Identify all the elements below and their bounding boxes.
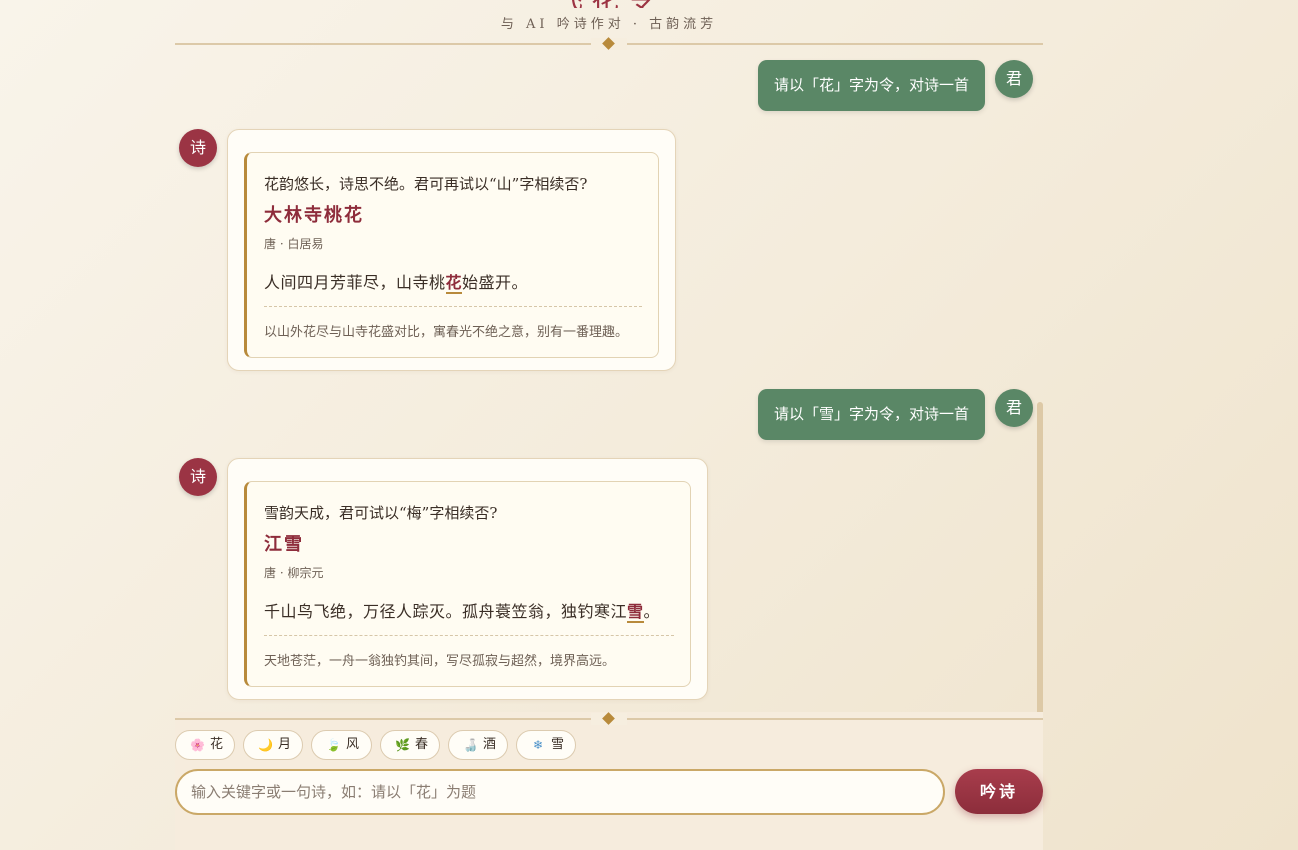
poem-title: 大林寺桃花: [264, 205, 364, 226]
ai-message-card: 花韵悠长，诗思不绝。君可再试以“山”字相续否? 大林寺桃花 唐 · 白居易 人间…: [227, 129, 676, 371]
reply-intro: 雪韵天成，君可试以“梅”字相续否?: [264, 504, 498, 522]
footer-divider: [175, 712, 1043, 725]
poem-note: 天地苍茫，一舟一翁独钓其间，写尽孤寂与超然，境界高远。: [264, 654, 616, 669]
poem-text: 千山鸟飞绝，万径人踪灭。孤舟蓑笠翁，独钓寒江: [264, 602, 628, 621]
sake-icon: 🍶: [463, 738, 478, 752]
user-avatar: 君: [995, 389, 1033, 427]
chip-jiu[interactable]: 🍶 酒: [448, 730, 508, 760]
chip-label: 风: [346, 737, 360, 752]
input-area: 🌸 花 🌙 月 🍃 风 🌿 春 🍶 酒 ❄ 雪 输入关键字或一句诗，如：请以「花…: [175, 712, 1043, 850]
poem-title: 江雪: [264, 534, 304, 555]
chip-label: 月: [278, 737, 292, 752]
poem-text: 。: [643, 602, 661, 621]
snowflake-icon: ❄: [532, 738, 544, 752]
poem-text: 人间四月芳菲尽，山寺桃: [264, 273, 446, 292]
keyword-highlight: 雪: [627, 602, 644, 623]
header-divider: [175, 37, 1043, 50]
chat-area[interactable]: 请以「花」字为令，对诗一首 君 诗 花韵悠长，诗思不绝。君可再试以“山”字相续否…: [175, 56, 1043, 714]
ai-message-card: 雪韵天成，君可试以“梅”字相续否? 江雪 唐 · 柳宗元 千山鸟飞绝，万径人踪灭…: [227, 458, 708, 700]
herb-icon: 🌿: [395, 738, 410, 752]
poem-box: 雪韵天成，君可试以“梅”字相续否? 江雪 唐 · 柳宗元 千山鸟飞绝，万径人踪灭…: [244, 481, 691, 687]
send-button[interactable]: 吟诗: [955, 769, 1043, 814]
chip-yue[interactable]: 🌙 月: [243, 730, 303, 760]
moon-icon: 🌙: [258, 738, 273, 752]
blossom-icon: 🌸: [190, 738, 205, 752]
poem-note: 以山外花尽与山寺花盛对比，寓春光不绝之意，别有一番理趣。: [264, 325, 629, 340]
app-title: 飞花令: [175, 0, 1043, 8]
poem-text: 始盛开。: [462, 273, 529, 292]
poem-line: 千山鸟飞绝，万径人踪灭。孤舟蓑笠翁，独钓寒江雪。: [264, 598, 661, 623]
user-message: 请以「雪」字为令，对诗一首: [758, 389, 986, 440]
chip-feng[interactable]: 🍃 风: [311, 730, 372, 760]
poem-author: 唐 · 白居易: [264, 237, 324, 251]
app-subtitle: 与 AI 吟诗作对 · 古韵流芳: [500, 17, 718, 32]
poem-box: 花韵悠长，诗思不绝。君可再试以“山”字相续否? 大林寺桃花 唐 · 白居易 人间…: [244, 152, 659, 358]
reply-intro: 花韵悠长，诗思不绝。君可再试以“山”字相续否?: [264, 175, 588, 193]
chip-label: 花: [210, 737, 224, 752]
keyword-highlight: 花: [445, 273, 463, 294]
chat-scrollbar[interactable]: [1037, 402, 1043, 718]
chip-label: 春: [415, 737, 429, 752]
poem-divider: [264, 635, 674, 636]
user-message: 请以「花」字为令，对诗一首: [758, 60, 986, 111]
user-avatar: 君: [995, 60, 1033, 98]
chip-hua[interactable]: 🌸 花: [175, 730, 235, 760]
chip-label: 雪: [551, 737, 565, 752]
poem-input[interactable]: [191, 771, 921, 813]
leaf-icon: 🍃: [326, 738, 341, 752]
header: 飞花令 与 AI 吟诗作对 · 古韵流芳: [175, 0, 1043, 56]
poem-divider: [264, 306, 642, 307]
ai-avatar: 诗: [179, 458, 217, 496]
poem-author: 唐 · 柳宗元: [264, 566, 324, 580]
poem-line: 人间四月芳菲尽，山寺桃花始盛开。: [264, 269, 529, 294]
chip-label: 酒: [483, 737, 497, 752]
chip-xue[interactable]: ❄ 雪: [516, 730, 576, 760]
ai-avatar: 诗: [179, 129, 217, 167]
chip-chun[interactable]: 🌿 春: [380, 730, 440, 760]
app-page: 飞花令 与 AI 吟诗作对 · 古韵流芳 请以「花」字为令，对诗一首 君 诗 花…: [0, 0, 1298, 850]
poem-input-wrapper: [175, 769, 945, 815]
